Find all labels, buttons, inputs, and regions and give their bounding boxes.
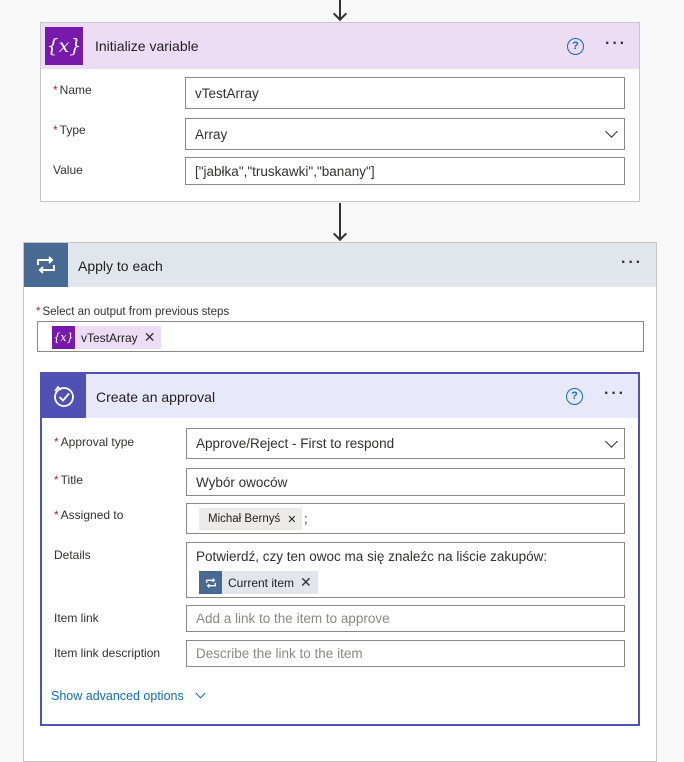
assignee-name: Michał Bernyś — [208, 513, 281, 525]
apply-to-each-title: Apply to each — [78, 258, 163, 274]
item-link-description-label: Item link description — [54, 646, 161, 660]
value-field[interactable]: ["jabłka","truskawki","banany"] — [185, 157, 625, 185]
approval-icon — [42, 374, 86, 418]
item-link-label: Item link — [54, 611, 99, 625]
chevron-down-icon — [605, 125, 618, 138]
details-label: Details — [54, 548, 91, 562]
current-item-token[interactable]: Current item ✕ — [199, 571, 318, 594]
type-dropdown[interactable]: Array — [185, 118, 625, 150]
create-approval-title: Create an approval — [96, 389, 216, 405]
help-icon[interactable]: ? — [567, 38, 584, 55]
select-output-label: * Select an output from previous steps — [36, 306, 230, 318]
approval-type-dropdown[interactable]: Approve/Reject - First to respond — [186, 428, 625, 459]
chevron-down-icon — [605, 435, 618, 448]
assignee-separator: ; — [304, 511, 308, 526]
variable-icon: {x} — [45, 27, 83, 65]
initialize-variable-header[interactable]: {x} Initialize variable ? ··· — [41, 23, 639, 69]
remove-assignee-icon[interactable]: ✕ — [287, 513, 296, 526]
loop-icon — [199, 571, 222, 594]
assigned-to-label: * Assigned to — [54, 508, 124, 522]
type-value: Array — [195, 126, 228, 142]
variable-icon: {x} — [52, 326, 75, 349]
initialize-variable-title: Initialize variable — [95, 38, 199, 54]
select-output-field[interactable]: {x} vTestArray ✕ — [37, 321, 644, 352]
value-label: Value — [53, 163, 83, 177]
name-label: * Name — [53, 83, 92, 97]
more-options-icon[interactable]: ··· — [604, 385, 626, 403]
assignee-chip[interactable]: Michał Bernyś ✕ — [199, 508, 303, 530]
create-approval-card: Create an approval ? ··· * Approval type … — [40, 372, 640, 726]
remove-token-icon[interactable]: ✕ — [144, 329, 162, 346]
more-options-icon[interactable]: ··· — [621, 254, 643, 272]
apply-to-each-header[interactable]: Apply to each ··· — [24, 243, 656, 287]
approval-type-label: * Approval type — [54, 435, 135, 449]
more-options-icon[interactable]: ··· — [605, 35, 627, 53]
token-label: Current item — [228, 575, 295, 590]
chevron-down-icon — [195, 688, 206, 699]
details-text: Potwierdź, czy ten owoc ma się znaleźc n… — [196, 549, 548, 564]
show-advanced-options-link[interactable]: Show advanced options — [51, 688, 206, 703]
show-advanced-options-label: Show advanced options — [51, 689, 184, 703]
token-label: vTestArray — [81, 330, 138, 345]
remove-token-icon[interactable]: ✕ — [300, 574, 318, 591]
approval-type-value: Approve/Reject - First to respond — [196, 436, 395, 451]
item-link-description-field[interactable]: Describe the link to the item — [186, 640, 625, 667]
create-approval-header[interactable]: Create an approval ? ··· — [42, 374, 638, 418]
initialize-variable-card: {x} Initialize variable ? ··· * Name vTes… — [40, 22, 640, 202]
details-field[interactable]: Potwierdź, czy ten owoc ma się znaleźc n… — [186, 542, 625, 598]
vtestarray-token[interactable]: {x} vTestArray ✕ — [52, 326, 162, 349]
type-label: * Type — [53, 123, 86, 137]
help-icon[interactable]: ? — [566, 388, 583, 405]
title-label: * Title — [54, 473, 83, 487]
item-link-field[interactable]: Add a link to the item to approve — [186, 605, 625, 632]
title-field[interactable]: Wybór owoców — [186, 468, 625, 496]
name-field[interactable]: vTestArray — [185, 77, 625, 109]
assigned-to-field[interactable]: Michał Bernyś ✕ ; — [186, 503, 625, 534]
loop-icon — [24, 243, 68, 287]
